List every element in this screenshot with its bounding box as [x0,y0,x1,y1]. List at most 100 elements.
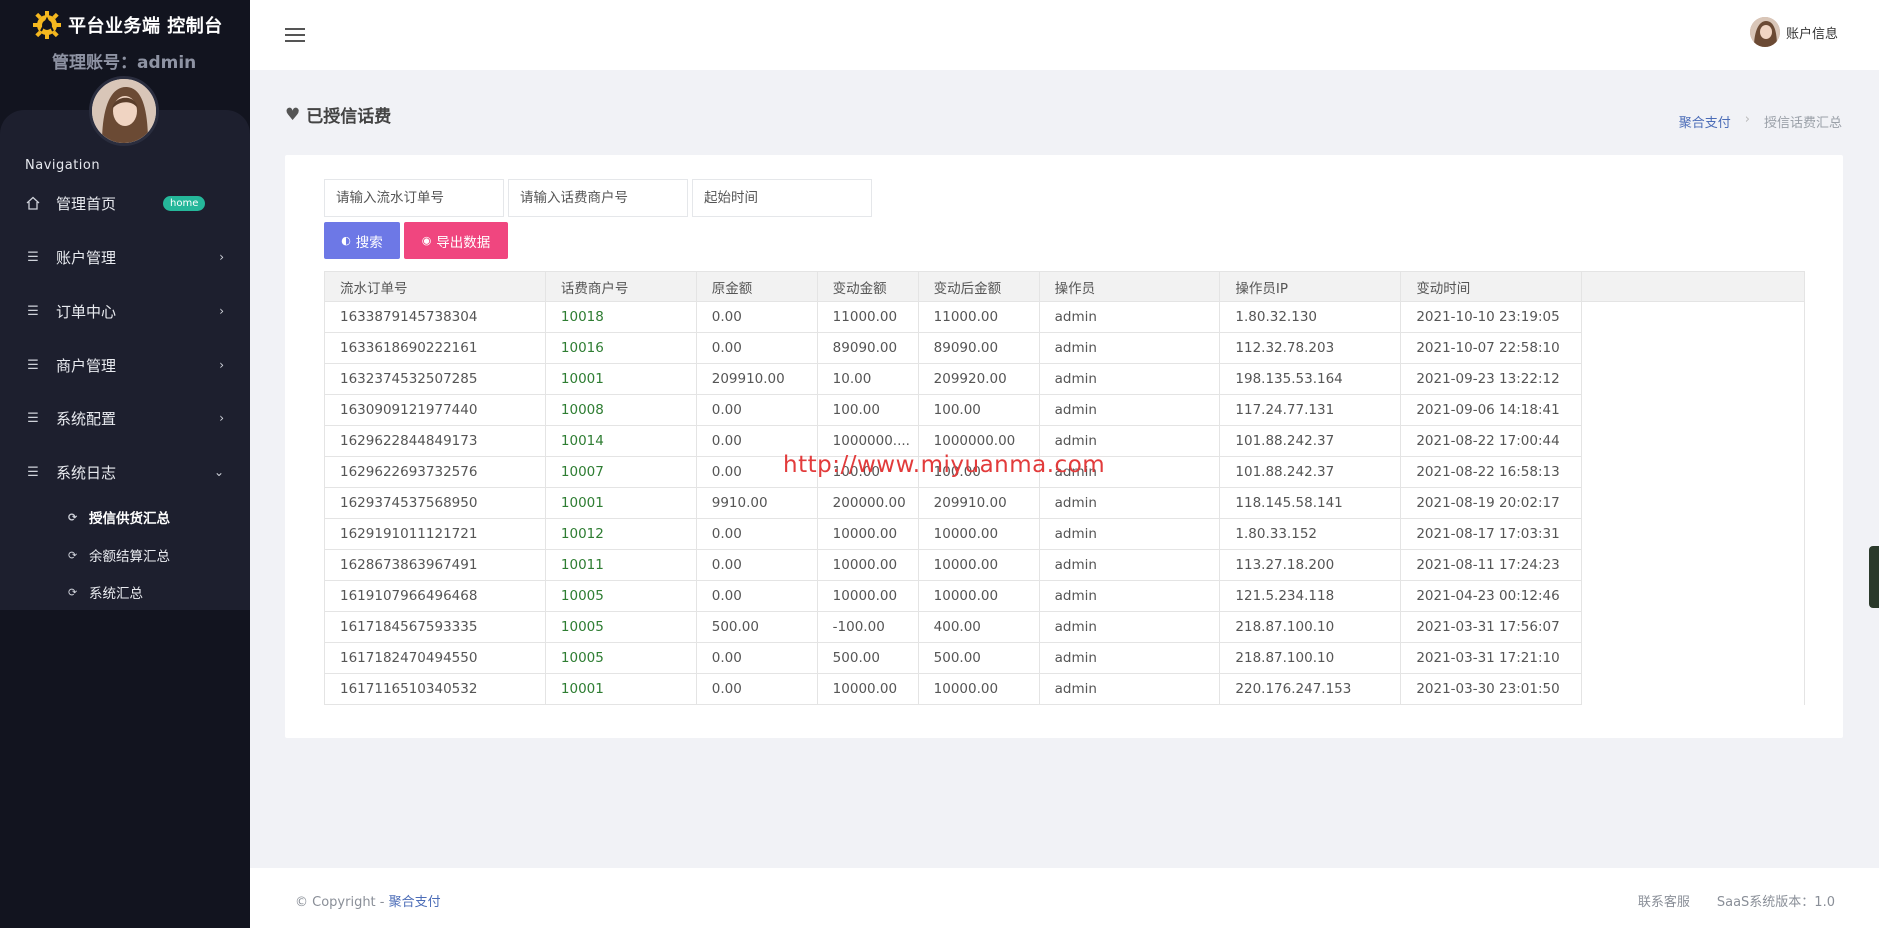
page-title-text: 已授信话费 [306,107,392,127]
table-row[interactable]: 1633879145738304 10018 0.00 11000.00 11000.0… [324,301,1805,333]
export-button[interactable]: ◉ 导出数据 [404,222,508,259]
table-row[interactable]: 1617182470494550 10005 0.00 500.00 500.00 adm… [324,642,1805,674]
sidebar-item-label: 管理首页 [56,194,117,213]
column-header[interactable]: 原金额 [695,271,818,302]
table-cell: 10000.00 [816,673,919,705]
table-cell: 10001 [544,487,697,519]
table-row[interactable]: 1617184567593335 10005 500.00 -100.00 400.00… [324,611,1805,643]
table-cell-filler [1581,425,1805,457]
table-cell: 1632374532507285 [324,363,546,395]
table-cell-filler [1581,549,1805,581]
chevron-right-icon: › [219,358,224,372]
search-button[interactable]: ◐ 搜索 [324,222,400,259]
footer: © Copyright - 聚合支付 联系客服 SaaS系统版本：1.0 [250,868,1879,928]
sidebar-item-merchants[interactable]: ☰ 商户管理 › [0,346,250,384]
table-cell: 2021-10-10 23:19:05 [1400,301,1583,333]
sidebar-subitem-credit-summary[interactable]: ⟳ 授信供货汇总 [68,507,170,527]
table-cell: 218.87.100.10 [1219,642,1402,674]
table-cell-filler [1581,332,1805,364]
table-cell: 11000.00 [917,301,1040,333]
table-cell: 10012 [544,518,697,550]
column-header[interactable]: 操作员IP [1219,271,1402,302]
table-cell: 2021-03-31 17:21:10 [1400,642,1583,674]
copyright-prefix: © Copyright - [295,895,389,910]
side-tab-handle[interactable] [1869,546,1879,608]
menu-toggle-icon[interactable] [285,28,305,42]
table-cell: 10000.00 [816,580,919,612]
table-cell: 1.80.32.130 [1219,301,1402,333]
topbar [250,0,1879,70]
table-cell: 2021-03-31 17:56:07 [1400,611,1583,643]
table-row[interactable]: 1619107966496468 10005 0.00 10000.00 10000.0… [324,580,1805,612]
table-cell-filler [1581,642,1805,674]
table-cell-filler [1581,518,1805,550]
account-menu[interactable]: 账户信息 [1750,17,1838,47]
sync-icon: ⟳ [68,511,78,524]
contact-support-link[interactable]: 联系客服 [1638,891,1690,910]
account-avatar [1750,17,1780,47]
table-cell: 10001 [544,363,697,395]
sync-icon: ⟳ [68,586,78,599]
start-time-input[interactable] [692,179,872,217]
table-cell: 1629622844849173 [324,425,546,457]
merchant-no-input[interactable] [508,179,688,217]
list-icon: ☰ [27,410,39,426]
nav-caption: Navigation [25,158,101,173]
table-header-row: 流水订单号 话费商户号 原金额 变动金额 变动后金额 操作员 操作员IP 变动时… [324,271,1805,302]
table-cell: 1.80.33.152 [1219,518,1402,550]
column-header[interactable]: 变动金额 [816,271,919,302]
table-cell: 198.135.53.164 [1219,363,1402,395]
table-cell: 113.27.18.200 [1219,549,1402,581]
sidebar-item-orders[interactable]: ☰ 订单中心 › [0,292,250,330]
table-row[interactable]: 1628673863967491 10011 0.00 10000.00 10000.0… [324,549,1805,581]
table-row[interactable]: 1633618690222161 10016 0.00 89090.00 89090.0… [324,332,1805,364]
table-cell: 10.00 [816,363,919,395]
heart-icon: ♥ [285,104,301,125]
table-cell-filler [1581,301,1805,333]
column-header[interactable]: 变动时间 [1400,271,1583,302]
search-icon: ◐ [341,234,351,247]
app-title: 平台业务端 控制台 [68,16,223,37]
search-button-label: 搜索 [355,234,383,251]
breadcrumb-home-link[interactable]: 聚合支付 [1679,112,1731,131]
sidebar-item-config[interactable]: ☰ 系统配置 › [0,399,250,437]
table-cell: -100.00 [816,611,919,643]
column-header[interactable]: 变动后金额 [917,271,1040,302]
sidebar-subitem-system-summary[interactable]: ⟳ 系统汇总 [68,582,143,602]
table-cell-filler [1581,580,1805,612]
table-cell: 1629191011121721 [324,518,546,550]
watermark: http://www.miyuanma.com [783,452,1106,478]
table-cell: 1619107966496468 [324,580,546,612]
column-header[interactable]: 操作员 [1038,271,1221,302]
table-cell: 0.00 [695,580,818,612]
sidebar-item-account[interactable]: ☰ 账户管理 › [0,238,250,276]
table-cell: 500.00 [695,611,818,643]
sidebar-subitem-label: 系统汇总 [89,586,143,602]
table-cell-filler [1581,363,1805,395]
brand[interactable]: 平台业务端 控制台 [32,10,223,40]
table-row[interactable]: 1629191011121721 10012 0.00 10000.00 10000.0… [324,518,1805,550]
table-cell: 10000.00 [816,518,919,550]
table-row[interactable]: 1629374537568950 10001 9910.00 200000.00 209… [324,487,1805,519]
table-cell: 10007 [544,456,697,488]
column-header[interactable]: 话费商户号 [544,271,697,302]
table-row[interactable]: 1617116510340532 10001 0.00 10000.00 10000.0… [324,673,1805,705]
table-row[interactable]: 1630909121977440 10008 0.00 100.00 100.00 adm… [324,394,1805,426]
order-no-input[interactable] [324,179,504,217]
table-cell: 2021-09-06 14:18:41 [1400,394,1583,426]
avatar[interactable] [89,76,159,146]
list-icon: ☰ [27,464,39,480]
table-cell-filler [1581,487,1805,519]
table-row[interactable]: 1632374532507285 10001 209910.00 10.00 20992… [324,363,1805,395]
table-cell: 0.00 [695,549,818,581]
sidebar-item-logs[interactable]: ☰ 系统日志 ⌄ [0,453,250,491]
table-cell: 10005 [544,580,697,612]
sidebar-subitem-label: 余额结算汇总 [89,549,170,565]
sidebar-subitem-balance-summary[interactable]: ⟳ 余额结算汇总 [68,545,170,565]
copyright-brand-link[interactable]: 聚合支付 [389,895,441,910]
table-cell: 0.00 [695,642,818,674]
home-badge: home [163,195,206,211]
sidebar-item-home[interactable]: 管理首页 home [0,184,250,222]
list-icon: ☰ [27,249,39,265]
column-header[interactable]: 流水订单号 [324,271,546,302]
